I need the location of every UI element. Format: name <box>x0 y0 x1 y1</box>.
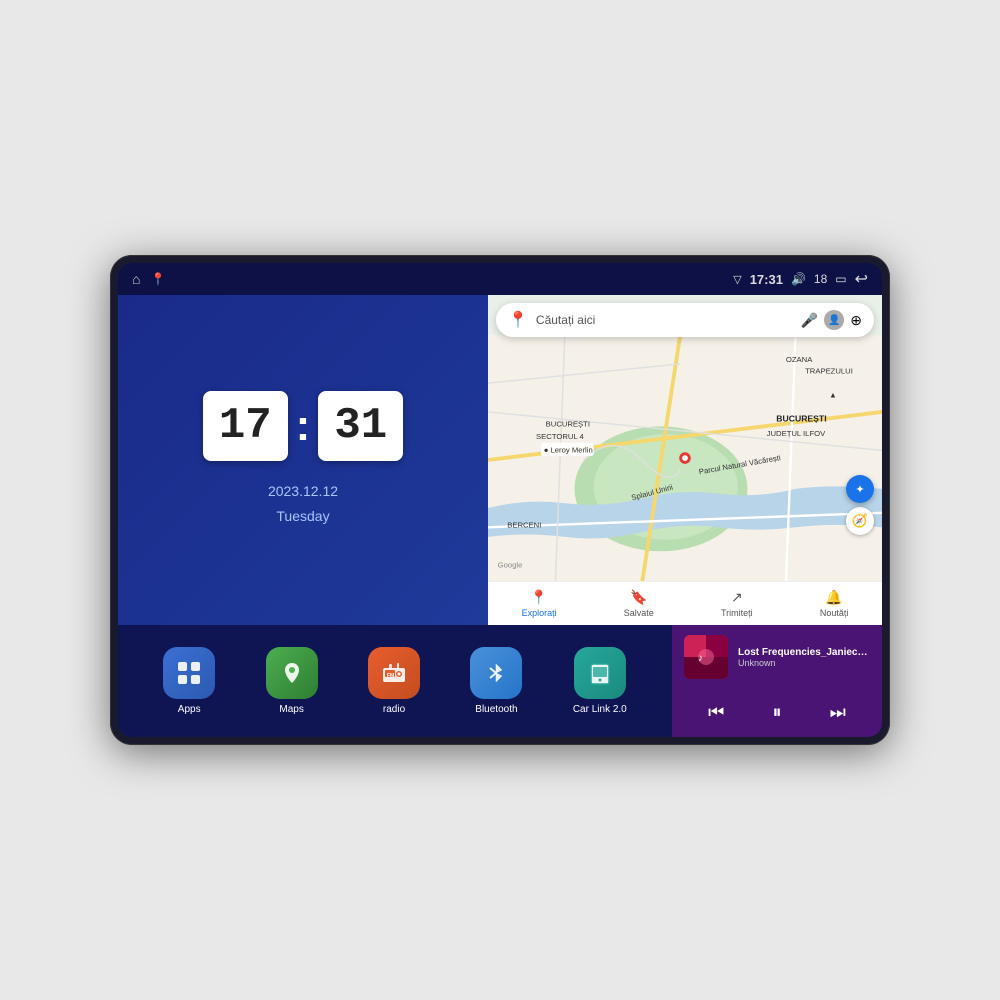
music-controls: ⏮ ⏸ ⏭ <box>684 698 870 727</box>
map-tab-send[interactable]: ↗ Trimiteți <box>721 589 753 618</box>
map-bottom-bar: 📍 Explorați 🔖 Salvate ↗ Trimiteți 🔔 <box>488 581 882 625</box>
maps-shortcut-icon[interactable]: 📍 <box>150 272 165 286</box>
clock-display: 17 : 31 <box>203 391 403 461</box>
battery-icon: ▭ <box>835 272 846 286</box>
google-maps-icon: 📍 <box>508 310 528 330</box>
map-search-icons: 🎤 👤 ⊕ <box>801 310 862 330</box>
clock-panel: 17 : 31 2023.12.12 Tuesday <box>118 295 488 625</box>
music-player: ♪ Lost Frequencies_Janieck Devy-... Unkn… <box>672 625 882 737</box>
apps-dock: Apps Maps <box>118 625 672 737</box>
music-text: Lost Frequencies_Janieck Devy-... Unknow… <box>738 647 870 668</box>
news-icon: 🔔 <box>825 589 842 606</box>
clock-colon: : <box>296 401 311 451</box>
map-tab-saved[interactable]: 🔖 Salvate <box>624 589 654 618</box>
explore-label: Explorați <box>522 608 557 618</box>
volume-icon: 🔊 <box>791 272 806 286</box>
back-icon[interactable]: ↩ <box>855 269 868 289</box>
svg-text:BERCENI: BERCENI <box>507 520 541 529</box>
map-svg: Parcul Natural Văcărești BUCUREȘTI JUDEȚ… <box>488 295 882 625</box>
news-label: Noutăți <box>820 608 849 618</box>
music-prev-button[interactable]: ⏮ <box>700 698 732 727</box>
main-content: 17 : 31 2023.12.12 Tuesday <box>118 295 882 737</box>
voice-search-icon[interactable]: 🎤 <box>801 312 818 329</box>
apps-label: Apps <box>178 704 201 715</box>
home-icon[interactable]: ⌂ <box>132 271 140 287</box>
svg-text:FM: FM <box>387 673 394 679</box>
map-tab-news[interactable]: 🔔 Noutăți <box>820 589 849 618</box>
music-play-pause-button[interactable]: ⏸ <box>764 698 789 727</box>
send-label: Trimiteți <box>721 608 753 618</box>
music-next-button[interactable]: ⏭ <box>822 698 854 727</box>
more-options-icon[interactable]: ⊕ <box>850 312 862 329</box>
maps-label: Maps <box>279 704 303 715</box>
clock-date: 2023.12.12 Tuesday <box>268 479 338 529</box>
radio-label: radio <box>383 704 405 715</box>
bluetooth-icon <box>470 647 522 699</box>
app-item-maps[interactable]: Maps <box>266 647 318 715</box>
volume-level: 18 <box>814 272 827 286</box>
top-row: 17 : 31 2023.12.12 Tuesday <box>118 295 882 625</box>
bluetooth-label: Bluetooth <box>475 704 517 715</box>
music-info: ♪ Lost Frequencies_Janieck Devy-... Unkn… <box>684 635 870 679</box>
svg-text:Google: Google <box>498 561 523 570</box>
status-left: ⌂ 📍 <box>132 271 165 287</box>
device-frame: ⌂ 📍 ▽ 17:31 🔊 18 ▭ ↩ 17 : <box>110 255 890 745</box>
svg-text:TRAPEZULUI: TRAPEZULUI <box>805 367 853 376</box>
music-artist: Unknown <box>738 658 870 668</box>
music-title: Lost Frequencies_Janieck Devy-... <box>738 647 870 658</box>
send-icon: ↗ <box>731 589 743 606</box>
svg-text:BUCUREȘTI: BUCUREȘTI <box>546 419 590 428</box>
app-item-bluetooth[interactable]: Bluetooth <box>470 647 522 715</box>
map-search-text[interactable]: Căutați aici <box>536 313 793 327</box>
svg-text:● Leroy Merlin: ● Leroy Merlin <box>544 445 593 454</box>
clock-minute: 31 <box>318 391 403 461</box>
svg-text:SECTORUL 4: SECTORUL 4 <box>536 432 584 441</box>
svg-text:♪: ♪ <box>698 653 703 664</box>
svg-text:OZANA: OZANA <box>786 355 813 364</box>
account-icon[interactable]: 👤 <box>824 310 844 330</box>
svg-text:▲: ▲ <box>829 391 837 400</box>
app-item-apps[interactable]: Apps <box>163 647 215 715</box>
bottom-row: Apps Maps <box>118 625 882 737</box>
map-navigate-button[interactable]: ✦ <box>846 475 874 503</box>
svg-text:BUCUREȘTI: BUCUREȘTI <box>776 414 826 424</box>
apps-icon <box>163 647 215 699</box>
carlink-label: Car Link 2.0 <box>573 704 627 715</box>
maps-icon <box>266 647 318 699</box>
saved-label: Salvate <box>624 608 654 618</box>
map-location-button[interactable]: 🧭 <box>846 507 874 535</box>
music-thumbnail: ♪ <box>684 635 728 679</box>
map-tab-explore[interactable]: 📍 Explorați <box>522 589 557 618</box>
explore-icon: 📍 <box>530 589 547 606</box>
map-search-bar[interactable]: 📍 Căutați aici 🎤 👤 ⊕ <box>496 303 874 337</box>
status-right: ▽ 17:31 🔊 18 ▭ ↩ <box>733 269 868 289</box>
map-panel[interactable]: Parcul Natural Văcărești BUCUREȘTI JUDEȚ… <box>488 295 882 625</box>
radio-icon: FM <box>368 647 420 699</box>
gps-icon: ▽ <box>733 273 741 286</box>
clock-hour: 17 <box>203 391 288 461</box>
status-time: 17:31 <box>750 272 783 287</box>
app-item-carlink[interactable]: Car Link 2.0 <box>573 647 627 715</box>
saved-icon: 🔖 <box>630 589 647 606</box>
carlink-icon <box>574 647 626 699</box>
svg-text:JUDEȚUL ILFOV: JUDEȚUL ILFOV <box>767 429 826 438</box>
device-screen: ⌂ 📍 ▽ 17:31 🔊 18 ▭ ↩ 17 : <box>118 263 882 737</box>
app-item-radio[interactable]: FM radio <box>368 647 420 715</box>
status-bar: ⌂ 📍 ▽ 17:31 🔊 18 ▭ ↩ <box>118 263 882 295</box>
